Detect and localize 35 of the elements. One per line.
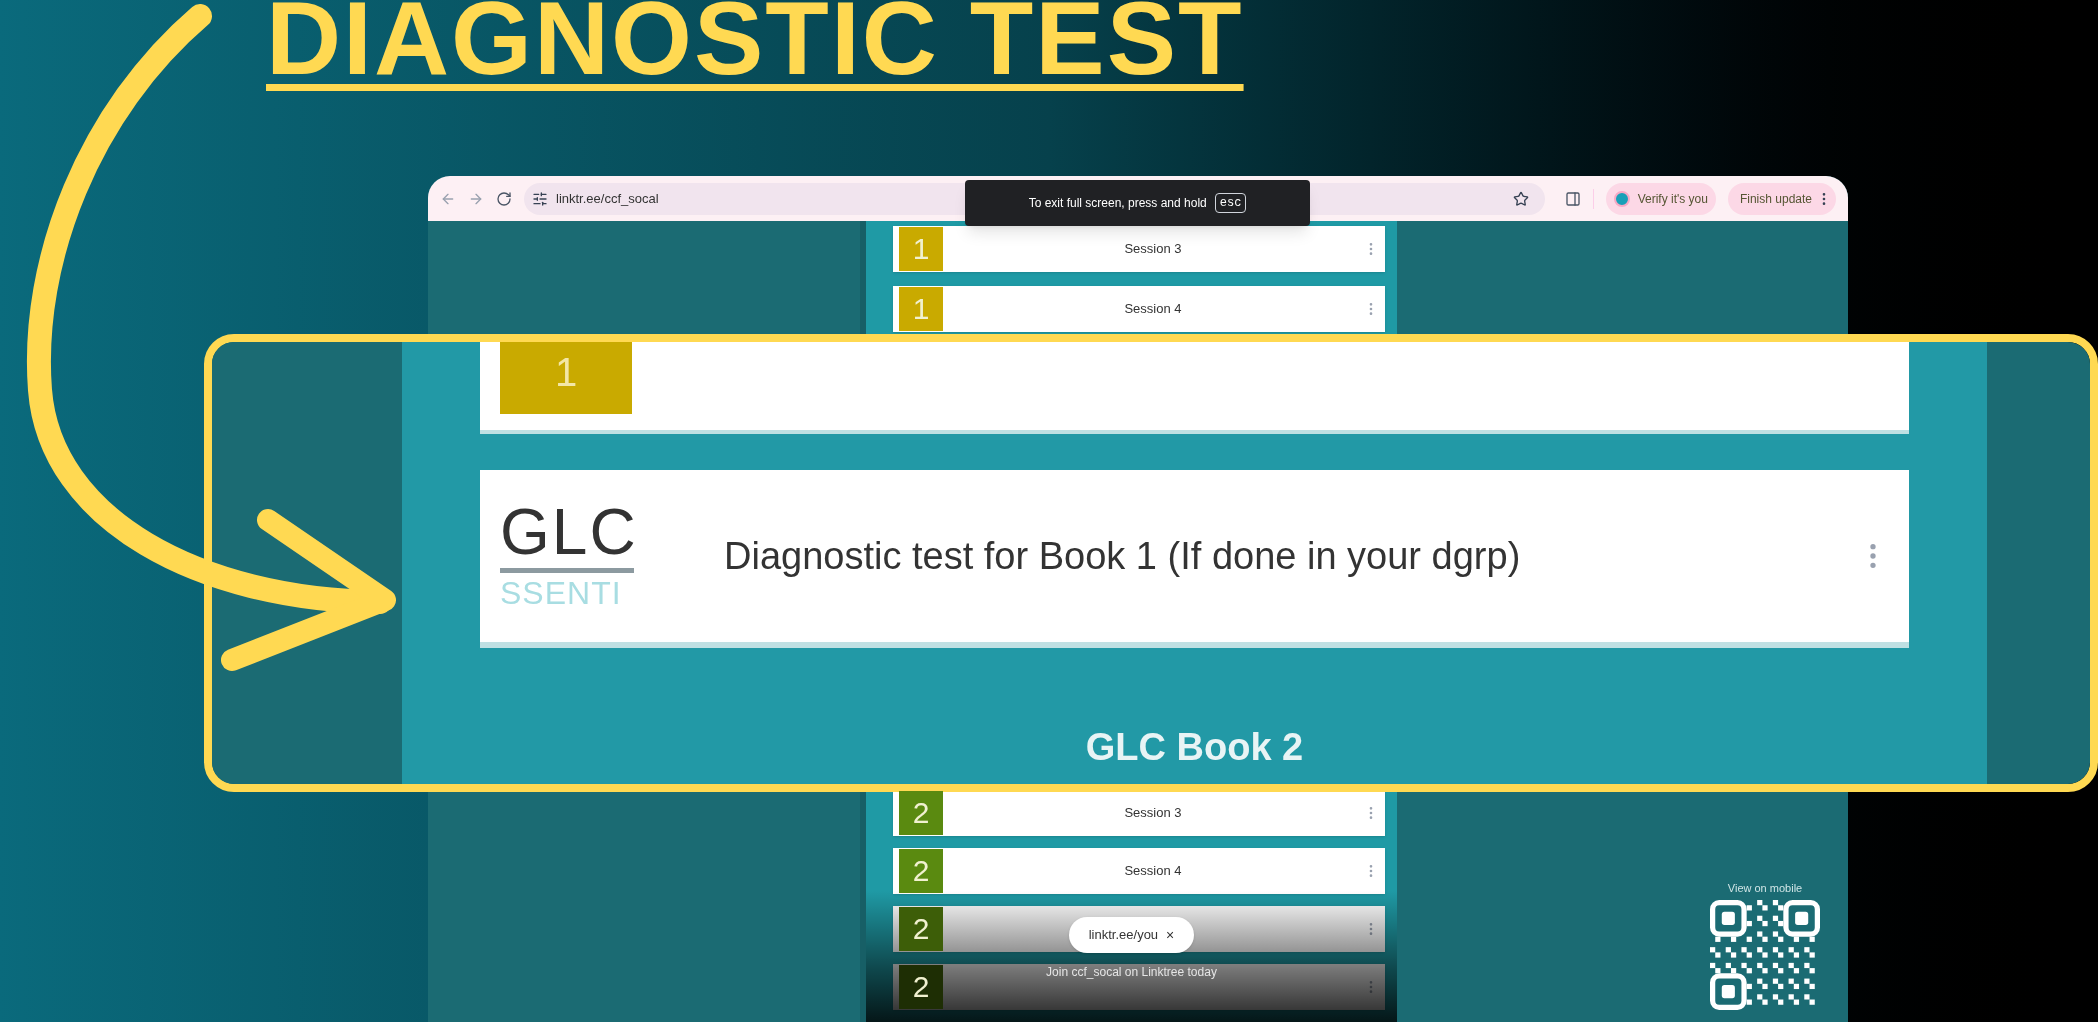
link-card[interactable]: GLC SSENTI Diagnostic test for Book 1 (If done in your dgrp) [480,470,1909,648]
side-panel-icon[interactable] [1564,190,1581,207]
link-card[interactable]: 2 Session 3 [893,790,1385,836]
link-title: Diagnostic test for Book 1 (If done in your dgrp) [724,533,1522,579]
link-title: Session 3 [1124,804,1182,823]
qr-label: View on mobile [1727,880,1803,896]
page-heading: DIAGNOSTIC TEST [266,0,1244,90]
thumbnail-number: 2 [912,972,930,1002]
thumbnail-number: 1 [912,294,930,324]
link-title: Session 3 [1124,240,1182,259]
logo-subtext: SSENTI [500,573,623,613]
section-heading: GLC Book 2 [1085,725,1304,770]
site-settings-icon[interactable] [532,190,548,207]
toast-text: To exit full screen, press and hold [1028,195,1207,212]
link-card[interactable]: 1 Session 3 [893,226,1385,272]
signup-pill[interactable]: linktr.ee/you × [1068,917,1195,953]
profile-avatar-icon [1613,190,1630,207]
join-text: Join ccf_socal on Linktree today [1046,964,1217,981]
verify-chip[interactable]: Verify it's you [1605,182,1716,215]
update-chip[interactable]: Finish update [1727,182,1836,215]
thumbnail-number: 2 [912,798,930,828]
reload-icon[interactable] [496,190,512,207]
thumbnail-number: 1 [554,349,578,396]
esc-key: esc [1214,193,1247,213]
link-title: Session 4 [1124,300,1182,319]
bookmark-star-icon[interactable] [1512,190,1529,207]
link-title: Session 4 [1124,862,1182,881]
logo-text: GLC [500,499,634,573]
url-text: linktr.ee/ccf_socal [556,189,659,208]
link-card[interactable]: 1 Session 4 [893,286,1385,332]
thumbnail-number: 2 [912,914,930,944]
link-card[interactable]: 2 Session 4 [893,848,1385,894]
close-icon[interactable]: × [1166,924,1175,946]
thumbnail-number: 1 [912,234,930,264]
thumbnail-number: 2 [912,856,930,886]
